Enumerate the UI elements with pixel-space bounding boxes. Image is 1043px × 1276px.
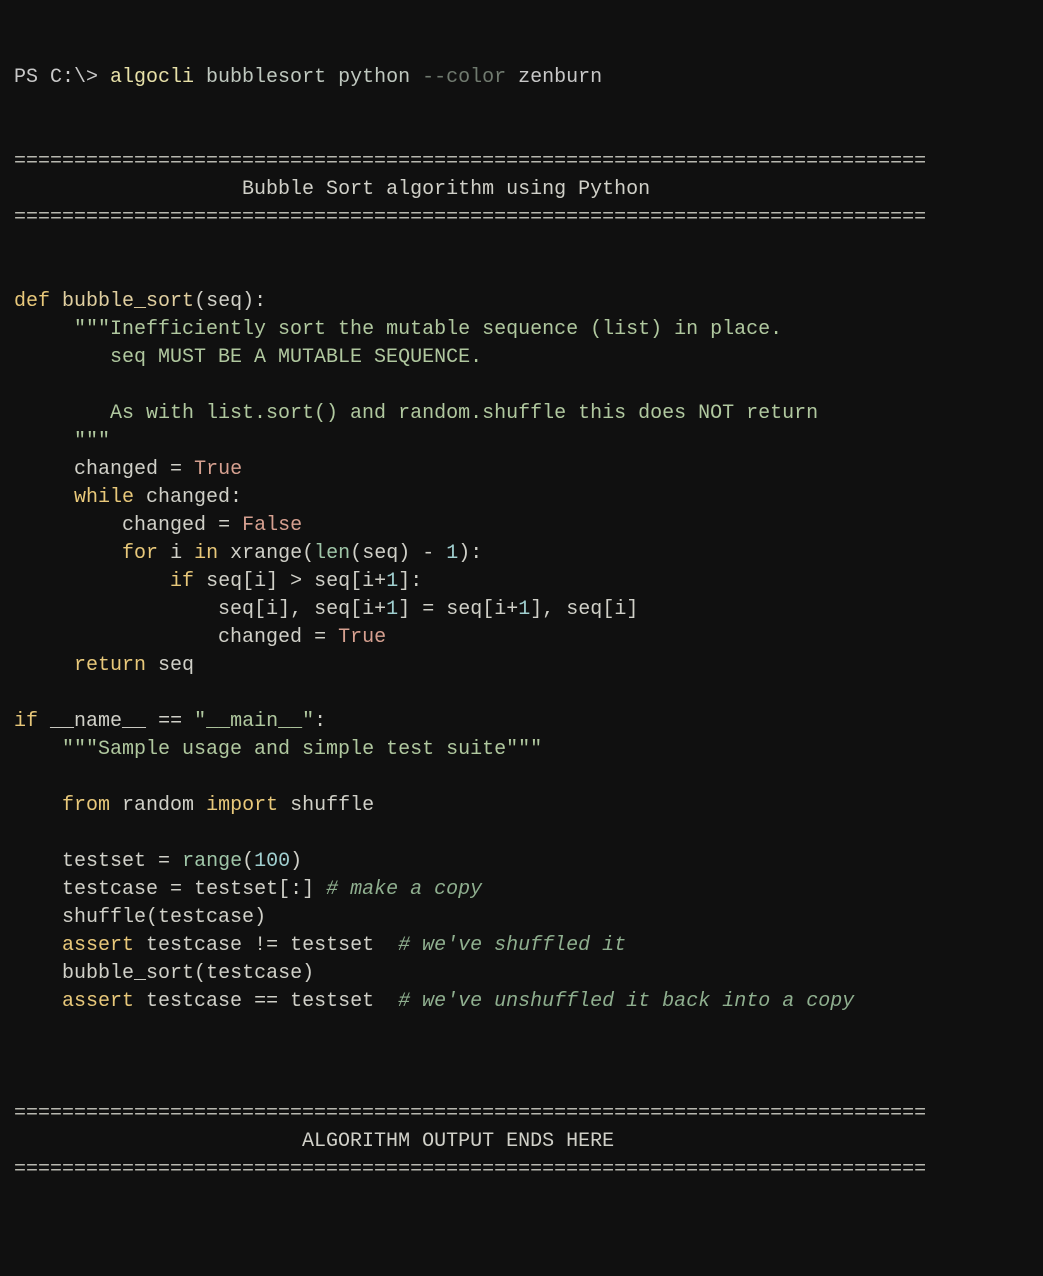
keyword-assert: assert	[62, 990, 134, 1013]
keyword-return: return	[74, 654, 146, 677]
divider: ========================================…	[14, 1102, 926, 1125]
builtin-len: len	[314, 542, 350, 565]
keyword-for: for	[122, 542, 158, 565]
docstring: """	[74, 430, 110, 453]
string: "__main__"	[194, 710, 314, 733]
keyword-import: import	[206, 794, 278, 817]
divider: ========================================…	[14, 1158, 926, 1181]
docstring: seq MUST BE A MUTABLE SEQUENCE.	[110, 346, 482, 369]
flag-value: zenburn	[518, 66, 602, 89]
section-title: Bubble Sort algorithm using Python	[242, 178, 650, 201]
comment: # make a copy	[326, 878, 482, 901]
number: 100	[254, 850, 290, 873]
comment: # we've unshuffled it back into a copy	[398, 990, 854, 1013]
parameter: seq	[206, 290, 242, 313]
number: 1	[446, 542, 458, 565]
docstring: """Inefficiently sort the mutable sequen…	[74, 318, 782, 341]
keyword-if: if	[170, 570, 194, 593]
shell-prompt: PS C:\>	[14, 66, 110, 89]
command-name: algocli	[110, 66, 194, 89]
section-end-title: ALGORITHM OUTPUT ENDS HERE	[302, 1130, 614, 1153]
keyword-in: in	[194, 542, 218, 565]
docstring: As with list.sort() and random.shuffle t…	[110, 402, 818, 425]
constant-true: True	[194, 458, 242, 481]
terminal-output: PS C:\> algocli bubblesort python --colo…	[14, 64, 1029, 1184]
builtin-range: range	[182, 850, 242, 873]
keyword-from: from	[62, 794, 110, 817]
divider: ========================================…	[14, 206, 926, 229]
docstring: """Sample usage and simple test suite"""	[62, 738, 542, 761]
keyword-if: if	[14, 710, 38, 733]
keyword-while: while	[74, 486, 134, 509]
comment: # we've shuffled it	[398, 934, 626, 957]
command-arg: bubblesort	[206, 66, 326, 89]
keyword-def: def	[14, 290, 50, 313]
command-flag: --color	[422, 66, 506, 89]
function-name: bubble_sort	[62, 290, 194, 313]
divider: ========================================…	[14, 150, 926, 173]
constant-false: False	[242, 514, 302, 537]
command-arg: python	[338, 66, 410, 89]
keyword-assert: assert	[62, 934, 134, 957]
